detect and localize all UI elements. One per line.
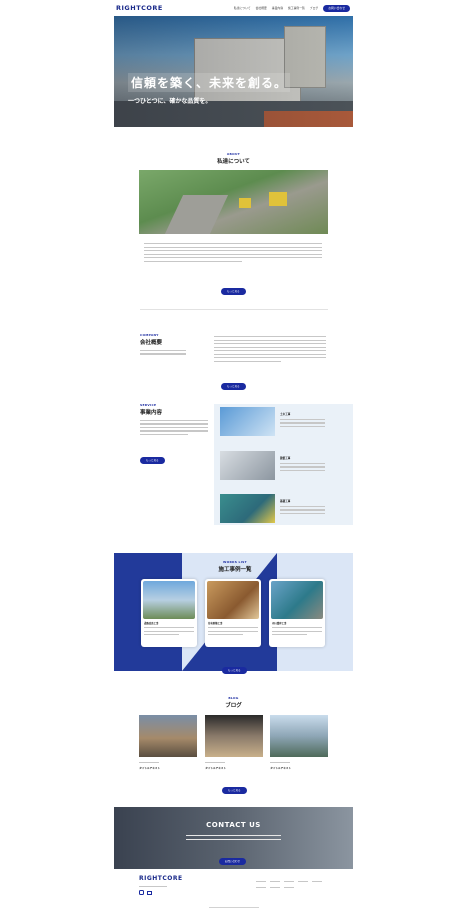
footer-logo[interactable]: RIGHTCORE [139, 875, 183, 882]
hero-subtitle: 一つひとつに、確かな品質を。 [128, 98, 212, 105]
company-sub: COMPANY [140, 333, 159, 337]
service-sub: SERVICE [140, 403, 157, 407]
nav-item-works[interactable]: 施工事例一覧 [288, 6, 305, 10]
mail-icon[interactable] [147, 890, 152, 895]
footer-tagline [139, 884, 167, 890]
footer-copyright [209, 905, 259, 910]
site-footer: RIGHTCORE [114, 869, 353, 910]
header-contact-button[interactable]: お問い合わせ [323, 4, 350, 12]
blog-heading: BLOG ブログ [114, 696, 353, 709]
contact-button[interactable]: お問い合わせ [219, 847, 247, 866]
about-heading: ABOUT 私達について [114, 152, 353, 165]
road-shape [164, 195, 229, 234]
contact-lead-text [186, 833, 281, 842]
hero-section: 信頼を築く、未来を創る。 一つひとつに、確かな品質を。 [114, 16, 353, 127]
machine-shape [269, 192, 287, 206]
works-card-image [207, 581, 259, 619]
nav-item-about[interactable]: 私達について [234, 6, 251, 10]
works-card[interactable]: 住宅新築工事 [205, 579, 261, 647]
contact-title: CONTACT US [206, 821, 261, 829]
nav-item-service[interactable]: 事業内容 [272, 6, 283, 10]
hero-title: 信頼を築く、未来を創る。 [128, 73, 291, 92]
blog-card-image[interactable] [205, 715, 263, 757]
service-image-foundation [220, 494, 275, 523]
company-body-text [214, 334, 326, 364]
blog-card[interactable]: タイトルテキスト [205, 760, 263, 770]
nav-item-company[interactable]: 会社概要 [256, 6, 267, 10]
service-lead-text [140, 420, 208, 436]
service-item[interactable]: 建築工事 [280, 456, 325, 473]
about-body-text [144, 241, 322, 264]
works-card-image [271, 581, 323, 619]
nav-item-blog[interactable]: ブログ [310, 6, 318, 10]
company-lead-text [140, 350, 186, 355]
blog-more-button[interactable]: もっと見る [222, 776, 247, 795]
company-more-label: もっと見る [221, 382, 246, 390]
works-card-image [143, 581, 195, 619]
divider [140, 309, 328, 310]
site-logo[interactable]: RIGHTCORE [116, 4, 163, 12]
main-nav: 私達について 会社概要 事業内容 施工事例一覧 ブログ お問い合わせ [234, 4, 350, 12]
contact-section: CONTACT US お問い合わせ [114, 807, 353, 869]
company-title: 会社概要 [140, 340, 163, 346]
machine-shape [239, 198, 251, 208]
works-card-title: 住宅新築工事 [208, 622, 223, 625]
service-more-button[interactable]: もっと見る [140, 446, 165, 465]
about-road-photo [139, 170, 328, 234]
service-item-title: 基礎工事 [280, 500, 291, 503]
works-card-title: 道路改良工事 [144, 622, 159, 625]
site-header: RIGHTCORE 私達について 会社概要 事業内容 施工事例一覧 ブログ お問… [114, 0, 353, 16]
blog-card-image[interactable] [270, 715, 328, 757]
blog-card-title: タイトルテキスト [205, 766, 226, 770]
about-more-label: もっと見る [221, 287, 246, 295]
service-item-title: 建築工事 [280, 457, 291, 460]
about-title: 私達について [217, 159, 250, 165]
works-heading: WORKS LIST 施工事例一覧 [200, 560, 270, 573]
blog-more-label: もっと見る [222, 786, 247, 794]
about-more-button[interactable]: もっと見る [221, 277, 246, 296]
footer-nav [256, 879, 326, 890]
service-title: 事業内容 [140, 410, 163, 416]
hero-overlay [114, 16, 353, 127]
blog-title: ブログ [225, 703, 242, 709]
company-more-button[interactable]: もっと見る [221, 372, 246, 391]
blog-card[interactable]: タイトルテキスト [270, 760, 328, 770]
blog-card-title: タイトルテキスト [270, 766, 291, 770]
works-card[interactable]: 河川護岸工事 [269, 579, 325, 647]
works-sub: WORKS LIST [223, 560, 247, 564]
service-heading: SERVICE 事業内容 [140, 403, 208, 437]
about-sub: ABOUT [226, 152, 241, 156]
page: RIGHTCORE 私達について 会社概要 事業内容 施工事例一覧 ブログ お問… [0, 0, 467, 910]
works-more-button[interactable]: もっと見る [222, 656, 247, 675]
contact-button-label: お問い合わせ [219, 857, 247, 865]
blog-sub: BLOG [228, 696, 239, 700]
service-more-label: もっと見る [140, 456, 165, 464]
works-card-title: 河川護岸工事 [272, 622, 287, 625]
blog-card-title: タイトルテキスト [139, 766, 160, 770]
works-more-label: もっと見る [222, 666, 247, 674]
company-heading: COMPANY 会社概要 [140, 333, 186, 357]
footer-nav-row [256, 885, 326, 891]
service-item-title: 土木工事 [280, 413, 291, 416]
service-item[interactable]: 土木工事 [280, 412, 325, 429]
instagram-icon[interactable] [139, 890, 144, 895]
service-image-civil [220, 407, 275, 436]
works-card[interactable]: 道路改良工事 [141, 579, 197, 647]
works-title: 施工事例一覧 [218, 567, 252, 573]
blog-card-image[interactable] [139, 715, 197, 757]
service-item[interactable]: 基礎工事 [280, 499, 325, 516]
blog-card[interactable]: タイトルテキスト [139, 760, 197, 770]
service-image-building [220, 451, 275, 480]
